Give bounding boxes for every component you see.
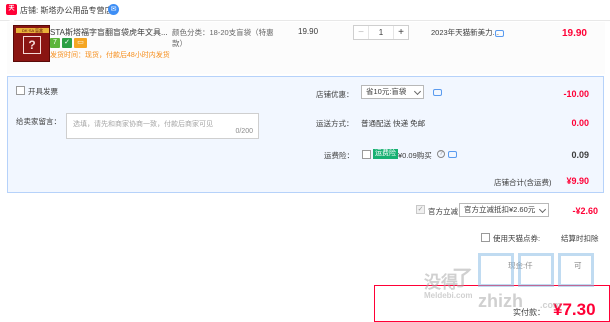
insurance-amount: 0.09 (571, 150, 589, 160)
thumbnail-tag: DK·SA 盲盒 (16, 28, 49, 33)
points-label: 使用天猫点券: (493, 234, 541, 243)
shop-header: 天猫 店铺: 斯塔办公用品专营店 ✉ (0, 0, 610, 23)
quantity-decrease-button[interactable]: − (354, 26, 369, 39)
quantity-increase-button[interactable]: + (393, 26, 408, 39)
thumbnail-glyph: ? (23, 36, 41, 54)
shop-discount-value: 省10元:盲袋 (366, 87, 407, 96)
insurance-checkbox[interactable] (362, 150, 371, 159)
watermark-logo-icon (478, 253, 514, 287)
message-input[interactable]: 选填，请先和商家协商一致，付款后商家可见 0/200 (66, 113, 259, 139)
shop-name[interactable]: 店铺: 斯塔办公用品专营店 (20, 5, 112, 16)
shop-total-label: 店铺合计(含运费) (494, 178, 552, 187)
official-discount-value: 官方立减抵扣¥2.60元 (464, 205, 536, 214)
official-discount-amount: -¥2.60 (572, 206, 598, 216)
shop-discount-label: 店铺优惠： (316, 90, 354, 99)
item-row: DK·SA 盲盒 ? STA斯塔福字盲翻盲袋虎年文具... 7 ✓ ▭ 发货时间：现… (7, 22, 605, 74)
question-icon[interactable]: ? (437, 150, 445, 158)
insurance-label: 运费险： (324, 151, 354, 160)
message-counter: 0/200 (235, 128, 253, 135)
chevron-down-icon (538, 205, 547, 214)
points-note: 结算时扣除 (561, 234, 599, 243)
product-thumbnail[interactable]: DK·SA 盲盒 ? (13, 25, 50, 62)
message-label: 给卖家留言： (16, 117, 61, 126)
invoice-checkbox[interactable] (16, 86, 25, 95)
quantity-input[interactable]: 1 (369, 26, 393, 39)
guarantee-badge-icon[interactable]: ✓ (62, 38, 72, 48)
message-placeholder: 选填，请先和商家协商一致，付款后商家可见 (73, 121, 213, 128)
card-badge-icon[interactable]: ▭ (74, 38, 87, 48)
watermark-url: Meldebi.com (424, 291, 473, 300)
shop-total-value: ¥9.90 (566, 176, 589, 186)
shop-discount-select[interactable]: 省10元:盲袋 (361, 85, 424, 99)
wangwang-icon[interactable]: ✉ (108, 4, 119, 15)
ship-time: 发货时间：现货，付款后48小时内发货 (50, 52, 170, 59)
official-discount-checkbox[interactable]: ✓ (416, 205, 425, 214)
insurance-tag: 运费险 (373, 149, 398, 159)
unit-price: 19.90 (298, 27, 319, 36)
official-discount-label: 官方立减 (428, 207, 458, 216)
points-checkbox[interactable] (481, 233, 490, 242)
watermark-logo-icon (518, 253, 554, 287)
invoice-label: 开具发票 (28, 87, 58, 96)
shop-discount-amount: -10.00 (563, 89, 589, 99)
sku-info: 颜色分类：18-20支盲袋（特惠款） (172, 28, 274, 48)
chat-icon[interactable] (495, 30, 504, 37)
chat-icon[interactable] (433, 89, 442, 96)
shipping-label: 运送方式： (316, 119, 354, 128)
shipping-value: 普通配送 快递 免邮 (361, 119, 426, 128)
insurance-value: ¥0.09购买 (398, 151, 432, 160)
official-discount-select[interactable]: 官方立减抵扣¥2.60元 (459, 203, 549, 217)
chevron-down-icon (413, 87, 422, 96)
promotion-text: 2023年天猫新美力... (431, 28, 499, 37)
shipping-amount: 0.00 (571, 118, 589, 128)
line-total: 19.90 (561, 28, 587, 39)
watermark-text: zhizh (478, 291, 523, 311)
order-options-panel: 开具发票 给卖家留言： 选填，请先和商家协商一致，付款后商家可见 0/200 店… (7, 76, 604, 193)
tmall-logo-icon: 天猫 (6, 4, 17, 23)
product-title[interactable]: STA斯塔福字盲翻盲袋虎年文具... (50, 27, 170, 38)
watermark-text: 了 (452, 267, 473, 290)
seven-day-return-badge[interactable]: 7 (50, 38, 60, 48)
watermark-text: .com (540, 300, 562, 310)
watermark-logo-icon (558, 253, 594, 287)
quantity-stepper: − 1 + (353, 25, 409, 40)
badge-row: 7 ✓ ▭ (50, 38, 89, 48)
chat-icon[interactable] (448, 151, 457, 158)
